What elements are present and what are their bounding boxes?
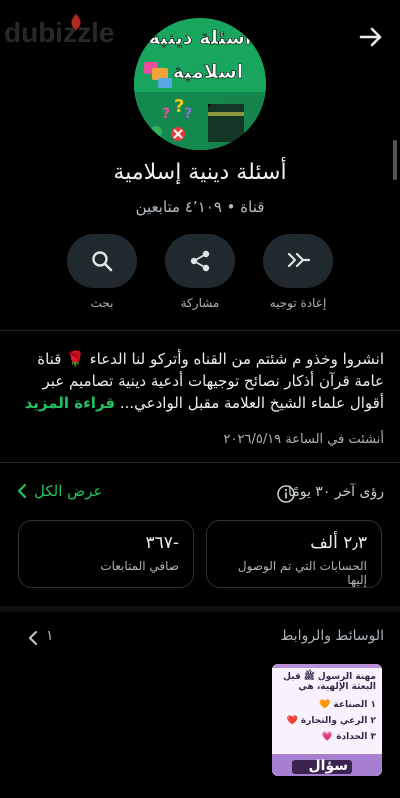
view-all-label: عرض الكل <box>34 482 103 500</box>
section-gap <box>0 606 400 612</box>
svg-text:?: ? <box>184 106 192 122</box>
share-icon[interactable] <box>165 234 235 288</box>
divider <box>0 330 400 331</box>
scrollbar[interactable] <box>393 140 397 180</box>
forward-button[interactable]: إعادة توجيه <box>262 234 334 310</box>
media-thumbnail[interactable]: مهنة الرسول ﷺ قبل البعثة الإلهية، هي ١ ا… <box>272 664 382 776</box>
forward-label: إعادة توجيه <box>269 296 327 310</box>
forward-icon[interactable] <box>263 234 333 288</box>
view-all-button[interactable]: عرض الكل <box>16 482 103 500</box>
thumb-option3: ٣ الحدادة 💗 <box>321 732 376 742</box>
read-more-link[interactable]: قراءة المزيد <box>25 394 116 412</box>
stat-card-reach[interactable]: ٢٫٣ ألف الحسابات التي تم الوصول إليها <box>206 520 382 588</box>
watermark: dubizzle <box>4 10 164 50</box>
stat-value: ٢٫٣ ألف <box>310 533 367 553</box>
channel-name: أسئلة دينية إسلامية <box>113 160 287 185</box>
svg-text:?: ? <box>162 106 170 122</box>
insights-title: رؤى آخر ٣٠ يومًا <box>287 484 384 500</box>
share-label: مشاركة <box>180 296 220 310</box>
thumb-option2: ٢ الرعي والتجارة ❤️ <box>286 716 376 726</box>
stat-caption: الحسابات التي تم الوصول إليها <box>237 559 367 587</box>
info-icon[interactable] <box>276 484 296 504</box>
media-count: ١ <box>46 628 54 644</box>
channel-description: انشروا وخذو م شئتم من القناه وأتركو لنا … <box>16 348 384 414</box>
media-title: الوسائط والروابط <box>280 628 385 644</box>
media-header[interactable]: الوسائط والروابط ١ <box>0 626 400 650</box>
channel-meta: قناة • ٤٬١٠٩ متابعين <box>135 198 265 216</box>
action-row: إعادة توجيه مشاركة بحث <box>0 234 400 320</box>
search-label: بحث <box>90 296 114 310</box>
insights-header: رؤى آخر ٣٠ يومًا عرض الكل <box>0 480 400 508</box>
search-button[interactable]: بحث <box>66 234 138 310</box>
chevron-left-icon <box>17 483 27 499</box>
channel-avatar[interactable]: أسئلة دينية اسلامية ? ? ? <box>134 18 266 150</box>
chevron-left-icon <box>24 628 42 648</box>
divider <box>0 462 400 463</box>
avatar-title-line1: أسئلة دينية <box>149 25 252 49</box>
stat-card-followers[interactable]: -٣٦٧ صافي المتابعات <box>18 520 194 588</box>
thumb-option1: ١ الصناعة 🧡 <box>319 700 376 710</box>
stat-value: -٣٦٧ <box>145 533 179 553</box>
thumb-question-line2: البعثة الإلهية، هي <box>298 682 376 692</box>
svg-text:?: ? <box>174 96 184 117</box>
share-button[interactable]: مشاركة <box>164 234 236 310</box>
avatar-title-line2: اسلامية <box>173 61 244 83</box>
thumb-brand: سؤال <box>308 758 349 774</box>
created-date: أنشئت في الساعة ٢٠٢٦/٥/١٩ <box>223 432 384 447</box>
back-arrow-icon[interactable] <box>356 22 386 52</box>
watermark-text: dubizzle <box>4 17 114 48</box>
search-icon[interactable] <box>67 234 137 288</box>
stat-caption: صافي المتابعات <box>100 559 179 573</box>
